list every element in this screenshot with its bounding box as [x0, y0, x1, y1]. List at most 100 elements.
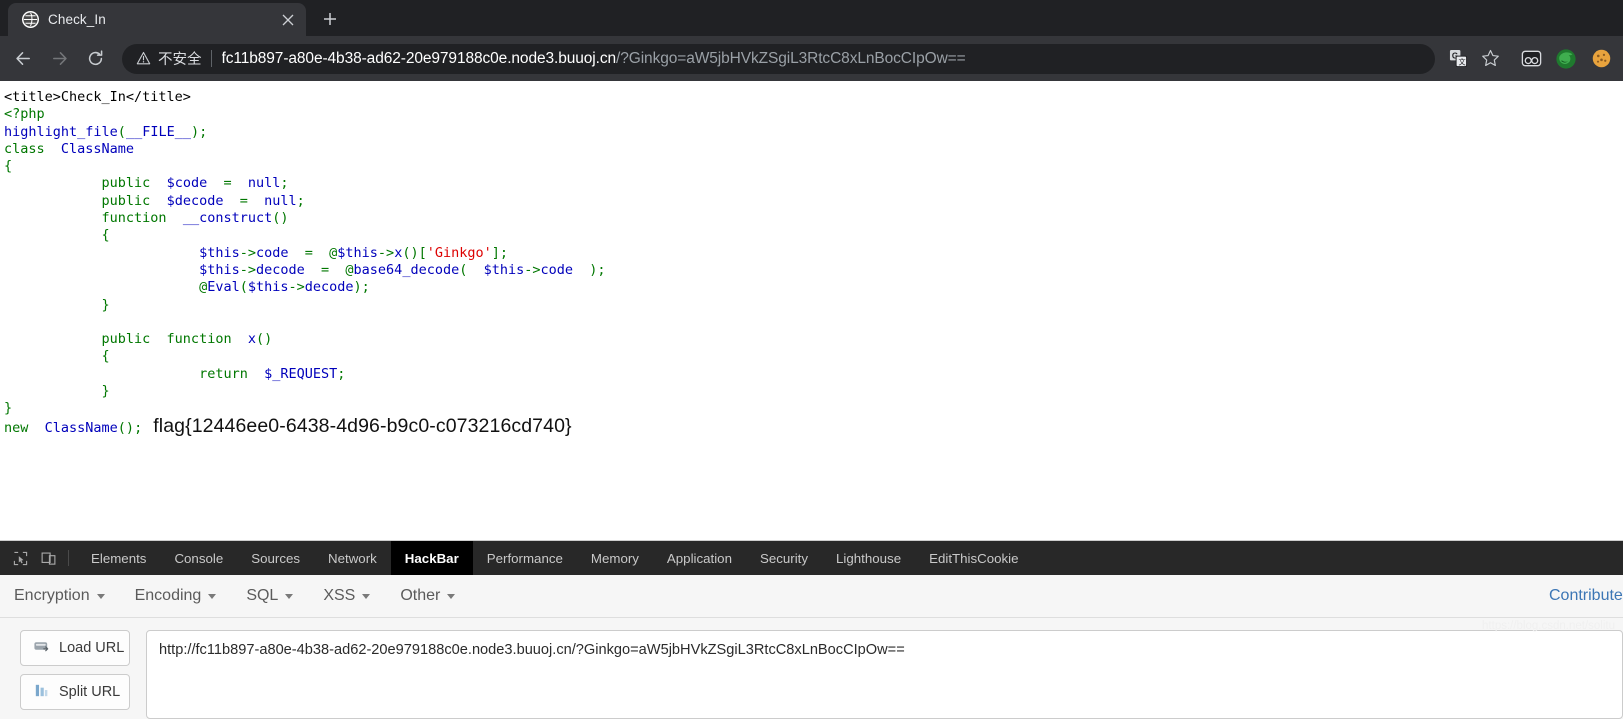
inspect-element-icon[interactable] [6, 541, 34, 575]
devtools-tab-performance[interactable]: Performance [473, 541, 577, 575]
devtools-tab-editthiscookie[interactable]: EditThisCookie [915, 541, 1032, 575]
warning-triangle-icon [136, 51, 151, 66]
security-label: 不安全 [158, 52, 202, 68]
page-content: <title>Check_In</title> <?php highlight_… [0, 81, 1623, 540]
load-url-label: Load URL [59, 640, 125, 656]
devtools-tab-network[interactable]: Network [314, 541, 391, 575]
devtools-tab-hackbar[interactable]: HackBar [390, 541, 473, 575]
tab-strip: Check_In [0, 0, 1623, 36]
firefox-green-icon[interactable] [1554, 47, 1578, 71]
hackbar-menu-label: Encoding [134, 587, 202, 604]
flag-text: flag{12446ee0-6438-4d96-b9c0-c073216cd74… [142, 414, 572, 437]
hackbar-menu-label: Encryption [14, 587, 90, 604]
globe-icon [22, 11, 39, 28]
hackbar-url-input[interactable] [146, 630, 1623, 719]
devtools-tab-lighthouse[interactable]: Lighthouse [822, 541, 915, 575]
code-token: ( [117, 123, 126, 140]
devtools-tab-elements[interactable]: Elements [77, 541, 160, 575]
php-source-code: <title>Check_In</title> <?php highlight_… [4, 89, 1623, 437]
browser-tab[interactable]: Check_In [8, 3, 306, 36]
url-text: fc11b897-a80e-4b38-ad62-20e979188c0e.nod… [222, 50, 1430, 68]
hackbar-menu-encryption[interactable]: Encryption [14, 587, 123, 605]
hackbar-menu-label: Other [400, 587, 441, 604]
code-token: ( [459, 261, 484, 278]
code-token: public [4, 192, 167, 209]
split-url-button[interactable]: Split URL [20, 674, 130, 710]
code-token: @ [4, 279, 208, 296]
code-token: ()[ [402, 244, 427, 261]
omnibox-divider [210, 50, 212, 67]
browser-toolbar: 不安全 fc11b897-a80e-4b38-ad62-20e979188c0e… [0, 36, 1623, 81]
code-token: <?php [4, 106, 45, 123]
devtools-tab-sources[interactable]: Sources [237, 541, 314, 575]
code-token: __FILE__ [125, 123, 191, 140]
code-token: -> [239, 244, 256, 261]
code-token: ; [134, 419, 143, 436]
code-token: ]; [491, 244, 509, 261]
code-token: $this [337, 244, 378, 261]
reload-button[interactable] [78, 42, 112, 76]
code-token: $this [199, 261, 240, 278]
code-token: code [255, 244, 289, 261]
code-token: } [4, 400, 13, 417]
hackbar-menu-encoding[interactable]: Encoding [135, 587, 235, 605]
hackbar-goggles-icon[interactable] [1519, 47, 1543, 71]
devtools-tab-console[interactable]: Console [160, 541, 237, 575]
new-tab-button[interactable] [316, 5, 344, 33]
url-path: /?Ginkgo=aW5jbHVkZSgiL3RtcC8xLnBocCIpOw=… [616, 49, 966, 67]
svg-text:文: 文 [1458, 58, 1465, 67]
code-token: { [4, 348, 110, 365]
split-url-label: Split URL [59, 684, 121, 700]
code-token: ); [353, 279, 370, 296]
devtools-tab-security[interactable]: Security [746, 541, 822, 575]
code-token: null [247, 175, 281, 192]
chevron-down-icon [208, 593, 217, 599]
hackbar-body: https://blog.csdn.net/solitu Load URL Sp… [0, 618, 1623, 719]
hackbar-menu-label: SQL [246, 587, 279, 604]
code-token: = [207, 175, 248, 192]
code-token: highlight_file [4, 123, 118, 140]
device-toolbar-icon[interactable] [34, 541, 62, 575]
code-token: ) [190, 123, 200, 140]
chevron-down-icon [362, 593, 371, 599]
code-token: -> [239, 261, 256, 278]
code-token: null [264, 192, 297, 209]
code-token: base64_decode [353, 261, 460, 278]
back-button[interactable] [6, 42, 40, 76]
address-bar[interactable]: 不安全 fc11b897-a80e-4b38-ad62-20e979188c0e… [122, 43, 1435, 74]
code-token: public function [4, 331, 248, 348]
tab-title: Check_In [48, 12, 106, 27]
hackbar-menu-sql[interactable]: SQL [246, 587, 311, 605]
code-token: 'Ginkgo' [426, 244, 492, 261]
code-token: $this [483, 261, 525, 278]
toolbar-divider [68, 550, 69, 566]
devtools-tab-application[interactable]: Application [653, 541, 746, 575]
code-token: } [4, 296, 110, 313]
code-token: ClassName [44, 419, 118, 436]
code-token: $decode [166, 192, 224, 209]
code-token: { [4, 227, 110, 244]
security-indicator[interactable]: 不安全 [136, 48, 211, 69]
hackbar-menu-xss[interactable]: XSS [323, 587, 388, 605]
code-token: $_REQUEST [264, 365, 338, 382]
code-token: x [247, 331, 256, 348]
code-token: = [223, 192, 265, 209]
code-token: = @ [304, 261, 354, 278]
devtools-tab-memory[interactable]: Memory [577, 541, 653, 575]
code-token: () [117, 419, 135, 436]
devtools-tabbar: Elements Console Sources Network HackBar Perf… [0, 541, 1623, 575]
cookie-icon[interactable] [1589, 47, 1613, 71]
translate-icon[interactable]: G 文 [1443, 44, 1473, 74]
load-url-button[interactable]: Load URL [20, 630, 130, 666]
forward-button [42, 42, 76, 76]
contribute-link[interactable]: Contribute [1549, 587, 1623, 605]
chevron-down-icon [96, 593, 105, 599]
bookmark-star-icon[interactable] [1475, 44, 1505, 74]
hackbar-menu-other[interactable]: Other [400, 587, 473, 605]
devtools-tab-list: Elements Console Sources Network HackBar Perf… [77, 541, 1033, 575]
browser-chrome: Check_In 不安全 fc11b897-a80e-4b38-ad62-20e… [0, 0, 1623, 81]
close-icon[interactable] [278, 10, 298, 30]
code-token: Eval [207, 279, 240, 296]
code-token: __construct [182, 210, 273, 227]
